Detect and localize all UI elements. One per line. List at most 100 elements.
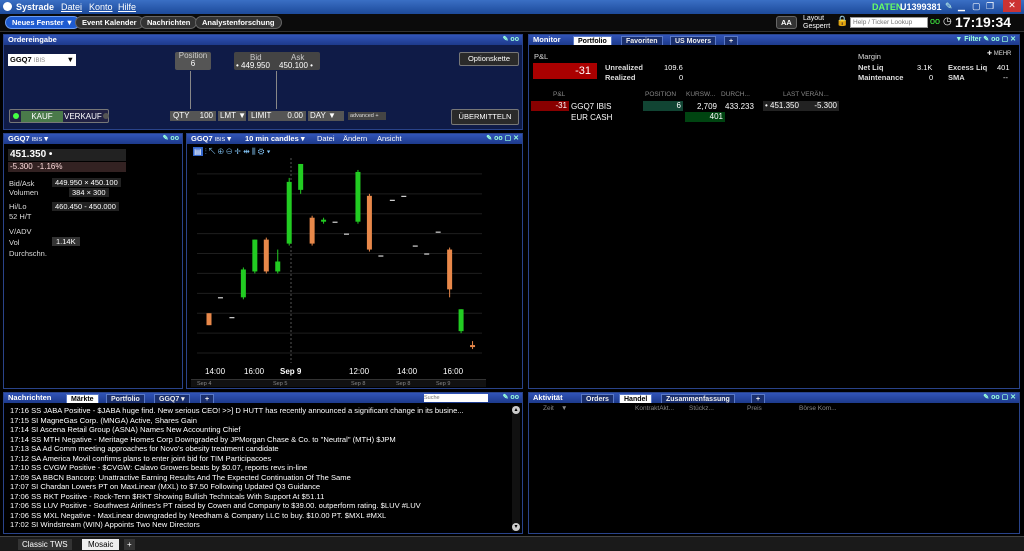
restore-icon[interactable]: ❐ [986, 1, 994, 12]
quantity-field[interactable]: QTY 100 [170, 111, 216, 121]
hilo-value: 460.450 - 450.000 [52, 202, 119, 211]
close-icon[interactable]: ✕ [1003, 0, 1021, 12]
settings-icon[interactable]: ⚙ [258, 147, 264, 156]
last-cell: • 451.350 -5.300 [763, 101, 839, 111]
add-tab-button[interactable]: + [724, 36, 739, 45]
tab-portfolio[interactable]: Portfolio [573, 36, 612, 45]
maximize-icon[interactable]: ▢ [972, 1, 981, 12]
tab-handel[interactable]: Handel [619, 394, 653, 403]
portfolio-header-row: P&L POSITION KURSW... DURCH... LAST VERÄ… [553, 91, 829, 98]
sell-button[interactable]: VERKAUF [64, 111, 102, 122]
filter-button[interactable]: ▼ Filter ✎ oo ▢ ✕ [955, 35, 1016, 45]
interval-select[interactable]: 10 min candles ▾ [245, 134, 305, 144]
tab-zusammenfassung[interactable]: Zusammenfassung [661, 394, 735, 403]
news-item[interactable]: 17:14 SI Ascena Retail Group (ASNA) Name… [10, 425, 240, 434]
new-window-button[interactable]: Neues Fenster ▼ [5, 16, 81, 29]
cursor-icon[interactable]: ↖ [209, 147, 215, 156]
more-icon[interactable]: ▾ [267, 147, 271, 156]
tab-news-ggq7[interactable]: GGQ7 ▾ [154, 394, 190, 403]
wrench-icon[interactable]: ✎ [945, 1, 953, 12]
tab-mosaic[interactable]: Mosaic [82, 539, 120, 550]
menu-hilfe[interactable]: Hilfe [118, 2, 136, 12]
chart-canvas[interactable] [187, 158, 522, 388]
scroll-down-icon[interactable]: ▾ [512, 523, 520, 531]
table-row[interactable]: -31 GGQ7 IBIS 6 2,709 433.233 • 451.350 … [531, 101, 839, 111]
news-item[interactable]: 17:06 SS MXL Negative - MaxLinear downgr… [10, 511, 386, 520]
news-search-input[interactable] [424, 394, 488, 402]
tab-maerkte[interactable]: Märkte [66, 394, 99, 403]
submit-order-button[interactable]: ÜBERMITTELN [451, 109, 519, 125]
menu-datei[interactable]: Datei [61, 2, 82, 12]
advanced-button[interactable]: advanced + [348, 112, 386, 120]
more-button[interactable]: ✚ MEHR [987, 50, 1011, 57]
font-size-button[interactable]: AA [776, 16, 797, 29]
news-item[interactable]: 17:14 SS MTH Negative - Meritage Homes C… [10, 435, 396, 444]
analyst-research-button[interactable]: Analystenforschung [195, 16, 282, 29]
panel-tools-icon[interactable]: ✎ oo ▢ ✕ [983, 393, 1016, 403]
news-button[interactable]: Nachrichten [140, 16, 198, 29]
chart-menu-datei[interactable]: Datei [317, 134, 335, 144]
tab-favoriten[interactable]: Favoriten [621, 36, 663, 45]
hilo-label: Hi/Lo [9, 202, 27, 211]
news-item[interactable]: 17:10 SS CVGW Positive - $CVGW: Calavo G… [10, 463, 307, 472]
candle-icon[interactable]: ⫶ [205, 147, 207, 156]
chart-navigator[interactable]: Sep 4 Sep 5 Sep 8 Sep 8 Sep 9 [191, 379, 486, 387]
chart-menu-aendern[interactable]: Ändern [343, 134, 367, 144]
ticker-lookup-input[interactable] [850, 17, 928, 28]
news-item[interactable]: 17:09 SA BBCN Bancorp: Unattractive Earn… [10, 473, 351, 482]
pl-value: -31 [533, 63, 597, 79]
crosshair-icon[interactable]: ✢ [235, 147, 241, 156]
news-scrollbar[interactable]: ▴ ▾ [512, 406, 520, 531]
lock-icon[interactable]: 🔒 [836, 16, 848, 27]
position-box: Position 6 [175, 52, 211, 70]
news-item[interactable]: 17:12 SA America Movil confirms plans to… [10, 454, 271, 463]
panel-tools-icon[interactable]: ✎ oo [503, 35, 519, 45]
news-item[interactable]: 17:15 SI MagneGas Corp. (MNGA) Active, S… [10, 416, 197, 425]
tab-orders[interactable]: Orders [581, 394, 614, 403]
bid-price[interactable]: • 449.950 [236, 61, 270, 70]
link-icon[interactable]: oo [930, 16, 940, 26]
expand-icon[interactable]: ⇹ [243, 147, 250, 156]
vol2-value: 1.14K [52, 237, 80, 246]
zoom-out-icon[interactable]: ⊖ [226, 147, 232, 156]
symbol-select[interactable]: GGQ7 IBIS ▼ [8, 54, 76, 66]
tab-classic-tws[interactable]: Classic TWS [18, 539, 72, 550]
limit-price-field[interactable]: LIMIT 0.00 [248, 111, 306, 121]
panel-tools-icon[interactable]: ✎ oo [163, 134, 179, 144]
add-activity-tab[interactable]: + [751, 394, 766, 403]
ask-price[interactable]: 450.100 • [279, 61, 313, 70]
news-item[interactable]: 17:02 SI Windstream (WIN) Appoints Two N… [10, 520, 200, 529]
scroll-up-icon[interactable]: ▴ [512, 406, 520, 414]
news-item[interactable]: 17:06 SS RKT Positive - Rock-Tenn $RKT S… [10, 492, 324, 501]
chart-menu-ansicht[interactable]: Ansicht [377, 134, 402, 144]
option-chain-button[interactable]: Optionskette [459, 52, 519, 66]
bar-style-icon[interactable]: ▤ [193, 147, 203, 156]
order-type-select[interactable]: LMT ▼ [218, 111, 246, 121]
tif-select[interactable]: DAY ▼ [308, 111, 344, 121]
add-news-tab[interactable]: + [200, 394, 215, 403]
tab-us-movers[interactable]: US Movers [670, 36, 717, 45]
buy-button[interactable]: KAUF [21, 111, 63, 122]
panel-tools-icon[interactable]: ✎ oo ▢ ✕ [486, 134, 519, 144]
news-item[interactable]: 17:06 SS LUV Positive - Southwest Airlin… [10, 501, 421, 510]
layout-lock-label[interactable]: Layout Gesperrt [803, 15, 830, 31]
account-id: U1399381 [900, 2, 942, 12]
add-workspace-tab[interactable]: + [124, 539, 135, 550]
event-calendar-button[interactable]: Event Kalender [75, 16, 144, 29]
bottom-bar: Classic TWS Mosaic + [0, 536, 1024, 551]
news-item[interactable]: 17:13 SA Ad Comm meeting approaches for … [10, 444, 279, 453]
buy-sell-toggle[interactable]: KAUF VERKAUF [9, 109, 109, 123]
tab-news-portfolio[interactable]: Portfolio [106, 394, 145, 403]
minimize-icon[interactable]: ▁ [958, 1, 965, 12]
netliq-value: 3.1K [917, 63, 933, 72]
pl-label: P&L [534, 52, 549, 61]
menu-konto[interactable]: Konto [89, 2, 113, 12]
table-row[interactable]: EUR CASH 401 [531, 112, 839, 122]
news-item[interactable]: 17:07 SI Chardan Lowers PT on MaxLinear … [10, 482, 320, 491]
data-status[interactable]: DATEN [872, 2, 902, 12]
quote-header: GGQ7 IBIS ▾ ✎ oo [4, 134, 182, 144]
panel-tools-icon[interactable]: ✎ oo [503, 393, 519, 403]
studies-icon[interactable]: ⫼ [252, 147, 256, 156]
zoom-in-icon[interactable]: ⊕ [218, 147, 224, 156]
news-item[interactable]: 17:16 SS JABA Positive - $JABA huge find… [10, 406, 464, 415]
